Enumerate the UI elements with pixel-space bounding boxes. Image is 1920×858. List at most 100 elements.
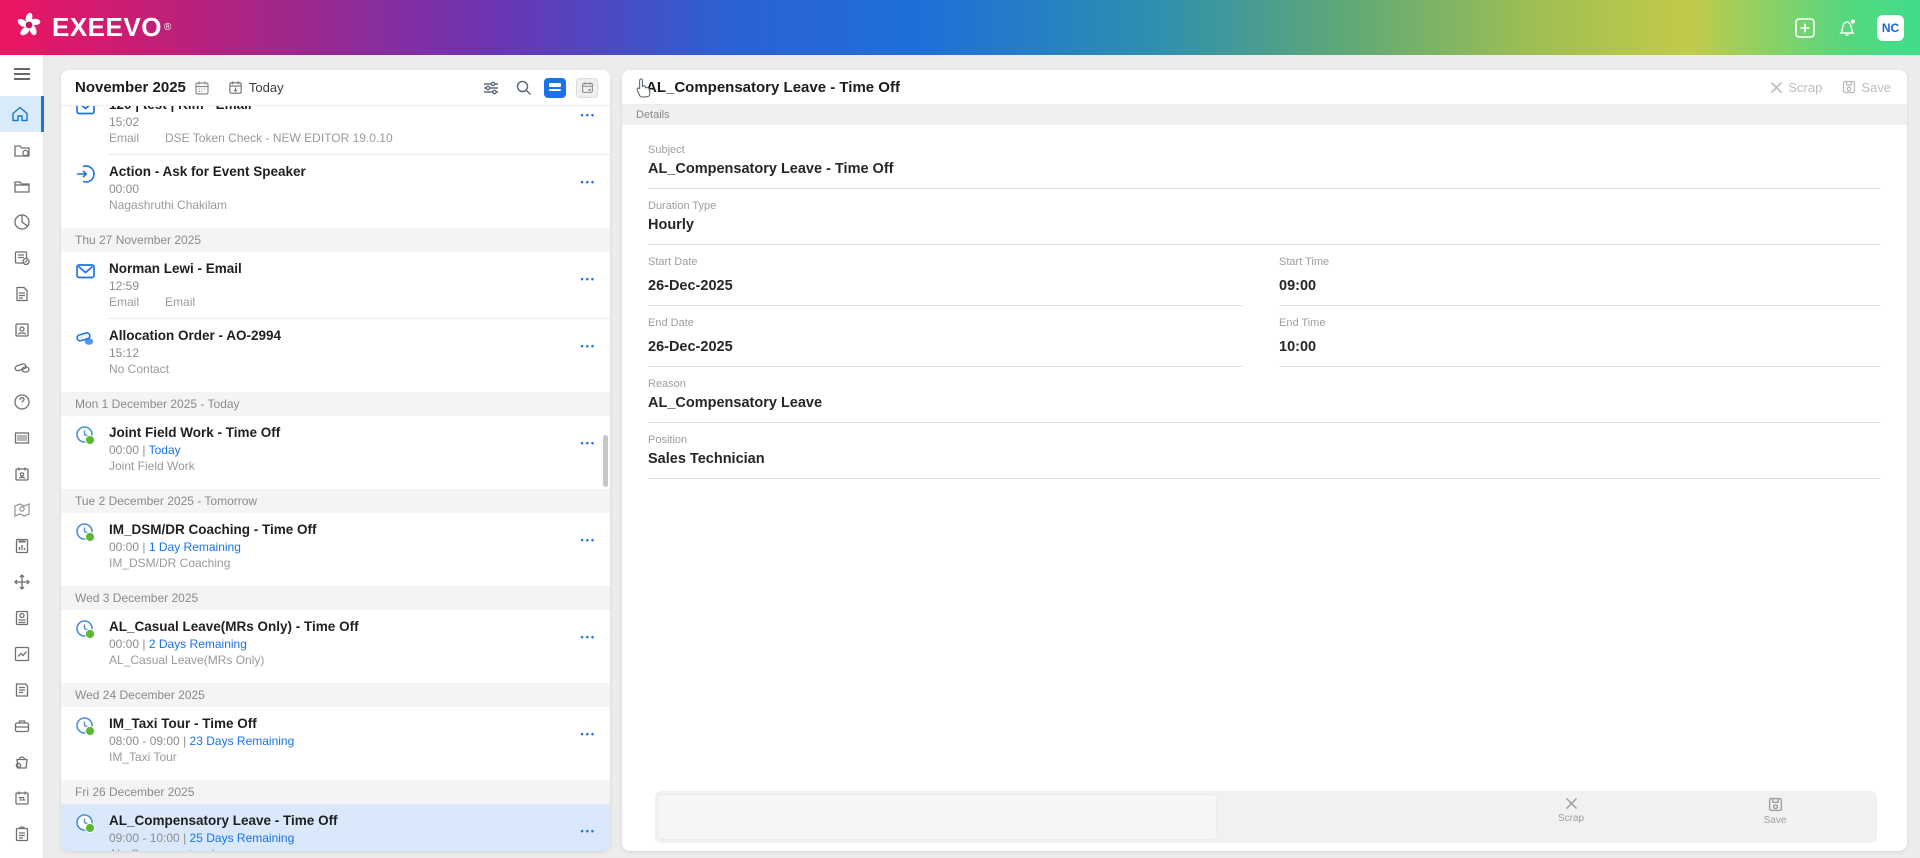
sidebar-item-barcode[interactable]	[0, 420, 44, 456]
sidebar-item-document[interactable]	[0, 276, 44, 312]
report-chart-icon	[15, 538, 28, 554]
event-title: IM_Taxi Tour - Time Off	[109, 716, 257, 731]
event-time: 08:00 - 09:00 | 23 Days Remaining	[109, 734, 295, 748]
timeoff-clock-icon	[75, 812, 97, 851]
sidebar-item-trend[interactable]	[0, 636, 44, 672]
day-header: Thu 27 November 2025	[61, 228, 610, 252]
more-options-icon[interactable]: •••	[581, 341, 596, 351]
sidebar-item-folder-settings[interactable]	[0, 132, 44, 168]
footer-input-area[interactable]	[657, 794, 1217, 840]
sidebar-item-clipboard[interactable]	[0, 816, 44, 852]
field-label: Position	[648, 434, 688, 446]
detail-footer-bar: Scrap Save	[655, 791, 1877, 843]
email-icon	[75, 106, 97, 146]
list-item[interactable]: IM_Taxi Tour - Time Off 08:00 - 09:00 | …	[61, 707, 610, 773]
list-item[interactable]: Joint Field Work - Time Off 00:00 | Toda…	[61, 416, 610, 482]
clipboard-icon	[15, 826, 28, 842]
move-arrows-icon	[13, 574, 30, 590]
sidebar-item-contacts[interactable]	[0, 312, 44, 348]
field-subject[interactable]: Subject AL_Compensatory Leave - Time Off	[648, 141, 1881, 189]
list-item[interactable]: IM_DSM/DR Coaching - Time Off 00:00 | 1 …	[61, 513, 610, 579]
more-options-icon[interactable]: •••	[581, 826, 596, 836]
list-item[interactable]: Norman Lewi - Email 12:59 Email Email •••	[61, 252, 610, 318]
list-item-selected[interactable]: AL_Compensatory Leave - Time Off 09:00 -…	[61, 804, 610, 851]
sidebar-item-analytics[interactable]	[0, 204, 44, 240]
month-title: November 2025	[75, 79, 186, 96]
today-button[interactable]: Today	[228, 80, 284, 95]
list-item[interactable]: Action - Ask for Event Speaker 00:00 Nag…	[61, 155, 610, 221]
event-time: 09:00 - 10:00 | 25 Days Remaining	[109, 831, 295, 845]
tab-details[interactable]: Details	[622, 105, 1907, 125]
event-subtext: AL_Casual Leave(MRs Only)	[109, 653, 265, 667]
list-item[interactable]: Allocation Order - AO-2994 15:12 No Cont…	[61, 319, 610, 385]
footer-scrap-button[interactable]: Scrap	[1541, 797, 1601, 824]
sidebar-item-document-gear[interactable]	[0, 600, 44, 636]
list-item[interactable]: AL_Casual Leave(MRs Only) - Time Off 00:…	[61, 610, 610, 676]
more-options-icon[interactable]: •••	[581, 535, 596, 545]
filter-sliders-icon[interactable]	[480, 78, 502, 98]
field-end-date[interactable]: End Date 26-Dec-2025	[648, 314, 1243, 367]
field-start-date[interactable]: Start Date 26-Dec-2025	[648, 253, 1243, 306]
calendar-view-toggle-icon[interactable]	[576, 77, 598, 98]
more-options-icon[interactable]: •••	[581, 274, 596, 284]
medication-pills-icon	[14, 363, 30, 373]
field-position[interactable]: Position Sales Technician	[648, 431, 1881, 479]
list-view-toggle-icon[interactable]	[544, 77, 566, 98]
list-item[interactable]: 120 | test | Kim - Email 15:02 EmailDSE …	[61, 106, 610, 154]
sidebar-item-map[interactable]	[0, 492, 44, 528]
user-avatar[interactable]: NC	[1877, 14, 1904, 41]
mouse-cursor-icon	[634, 78, 652, 103]
more-options-icon[interactable]: •••	[581, 438, 596, 448]
field-label: Start Date	[648, 256, 698, 268]
field-label: End Date	[648, 317, 694, 329]
today-button-label: Today	[248, 80, 284, 95]
sidebar-item-home[interactable]	[0, 96, 44, 132]
menu-hamburger-icon[interactable]	[13, 67, 31, 86]
sidebar-item-calendar-person[interactable]	[0, 456, 44, 492]
footer-save-button[interactable]: Save	[1745, 797, 1805, 826]
add-new-icon[interactable]	[1793, 16, 1817, 40]
event-subtext: Joint Field Work	[109, 459, 195, 473]
sidebar-item-order-bag[interactable]	[0, 744, 44, 780]
sidebar-item-folder[interactable]	[0, 168, 44, 204]
folder-settings-icon	[13, 145, 30, 157]
event-time: 00:00 | Today	[109, 443, 181, 457]
sidebar-item-calendar-sync[interactable]	[0, 780, 44, 816]
agenda-panel: November 2025 Today 15:02 Email DSE Toke…	[61, 70, 610, 851]
save-icon	[1768, 797, 1782, 812]
field-duration-type[interactable]: Duration Type Hourly	[648, 197, 1881, 245]
pills-icon	[75, 327, 97, 377]
notifications-bell-icon[interactable]	[1835, 16, 1859, 40]
timeoff-clock-icon	[75, 521, 97, 571]
sidebar-item-document-edit[interactable]	[0, 240, 44, 276]
event-title: AL_Casual Leave(MRs Only) - Time Off	[109, 619, 359, 634]
scrollbar-thumb[interactable]	[603, 435, 608, 487]
field-value: AL_Compensatory Leave	[648, 395, 823, 411]
sidebar-item-medication[interactable]	[0, 348, 44, 384]
exeevo-logo[interactable]: EXEEVO ®	[14, 10, 171, 45]
sidebar-item-briefcase[interactable]	[0, 708, 44, 744]
search-icon[interactable]	[512, 78, 534, 98]
more-options-icon[interactable]: •••	[581, 177, 596, 187]
sidebar-item-help[interactable]	[0, 384, 44, 420]
event-detail-panel: AL_Compensatory Leave - Time Off Scrap S…	[622, 70, 1907, 851]
field-end-time[interactable]: End Time 10:00	[1279, 314, 1881, 367]
sidebar-item-report[interactable]	[0, 528, 44, 564]
event-subtext: IM_DSM/DR Coaching	[109, 556, 231, 570]
sidebar-item-move[interactable]	[0, 564, 44, 600]
event-subtext: Email DSE Token Check - NEW EDITOR 19.0.1…	[109, 131, 393, 145]
field-reason[interactable]: Reason AL_Compensatory Leave	[648, 375, 1881, 423]
more-options-icon[interactable]: •••	[581, 632, 596, 642]
briefcase-icon	[14, 720, 29, 733]
save-button-disabled[interactable]: Save	[1842, 80, 1891, 95]
field-start-time[interactable]: Start Time 09:00	[1279, 253, 1881, 306]
more-options-icon[interactable]: •••	[581, 729, 596, 739]
scrap-button-disabled[interactable]: Scrap	[1770, 80, 1822, 95]
month-picker-calendar-icon[interactable]	[194, 80, 210, 96]
more-options-icon[interactable]: •••	[581, 110, 596, 120]
document-gear-icon	[15, 610, 28, 626]
sidebar-item-notes[interactable]	[0, 672, 44, 708]
timeoff-clock-icon	[75, 618, 97, 668]
day-header: Wed 3 December 2025	[61, 586, 610, 610]
detail-title: AL_Compensatory Leave - Time Off	[646, 78, 900, 96]
